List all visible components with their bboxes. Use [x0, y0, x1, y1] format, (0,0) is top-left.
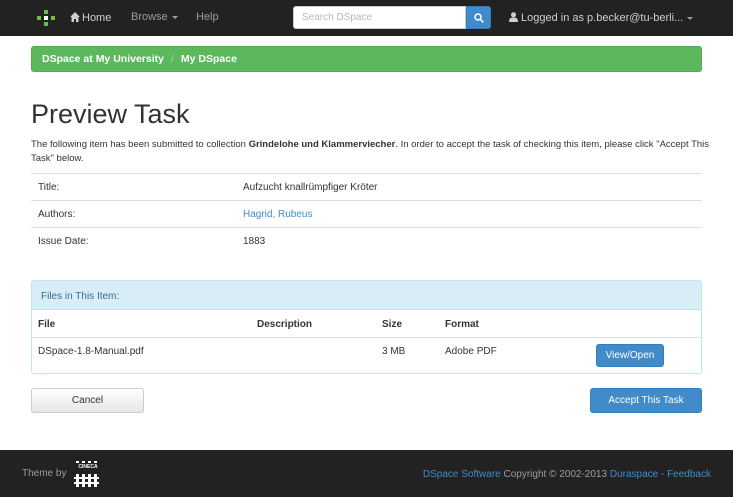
user-icon	[509, 12, 518, 22]
author-link[interactable]: Hagrid, Rubeus	[243, 209, 312, 220]
copyright-text: Copyright © 2002-2013	[500, 469, 610, 480]
breadcrumb-home-link[interactable]: DSpace at My University	[42, 53, 164, 65]
file-size: 3 MB	[382, 346, 406, 357]
theme-by-label: Theme by	[22, 468, 67, 479]
home-icon	[70, 12, 80, 22]
metadata-value: 1883	[243, 236, 266, 247]
accept-task-button[interactable]: Accept This Task	[590, 388, 702, 413]
column-header-format: Format	[445, 319, 479, 330]
cancel-button[interactable]: Cancel	[31, 388, 144, 413]
search-button[interactable]	[466, 6, 491, 29]
breadcrumb-mydspace-link[interactable]: My DSpace	[181, 53, 237, 65]
view-open-button[interactable]: View/Open	[596, 344, 664, 367]
column-header-description: Description	[257, 319, 313, 330]
duraspace-link[interactable]: Duraspace	[610, 469, 658, 480]
cineca-logo[interactable]: CINECA	[73, 461, 103, 487]
chevron-down-icon	[687, 16, 694, 20]
files-panel-heading: Files in This Item:	[32, 281, 701, 310]
page-footer: Theme by CINECA DSpace Software Copyrigh…	[0, 450, 733, 497]
top-navbar: Home Browse Help Logged in as p.becker@t…	[0, 0, 733, 36]
nav-home-label: Home	[82, 12, 112, 24]
dspace-software-link[interactable]: DSpace Software	[423, 469, 501, 480]
metadata-row-title: Title: Aufzucht knallrümpfiger Kröter	[31, 173, 702, 200]
page-title: Preview Task	[31, 99, 190, 129]
dspace-logo-icon[interactable]	[37, 10, 55, 26]
column-header-size: Size	[382, 319, 403, 330]
breadcrumb-separator: /	[170, 53, 174, 65]
nav-help-label: Help	[196, 11, 219, 23]
file-name-link[interactable]: DSpace-1.8-Manual.pdf	[38, 346, 144, 357]
table-divider	[32, 337, 701, 338]
user-menu-dropdown[interactable]: Logged in as p.becker@tu-berli...	[509, 11, 694, 24]
column-header-file: File	[38, 319, 56, 330]
metadata-label: Authors:	[38, 209, 76, 220]
nav-home-link[interactable]: Home	[70, 11, 111, 24]
item-metadata-table: Title: Aufzucht knallrümpfiger Kröter Au…	[31, 173, 702, 254]
nav-browse-label: Browse	[131, 11, 168, 23]
footer-credits: DSpace Software Copyright © 2002-2013 Du…	[423, 469, 711, 480]
intro-text: The following item has been submitted to…	[31, 138, 711, 166]
user-menu-label: Logged in as p.becker@tu-berli...	[521, 12, 684, 24]
breadcrumb: DSpace at My University / My DSpace	[31, 46, 702, 72]
metadata-row-issue-date: Issue Date: 1883	[31, 227, 702, 254]
files-panel: Files in This Item: File Description Siz…	[31, 280, 702, 374]
feedback-link[interactable]: Feedback	[667, 469, 711, 480]
metadata-label: Issue Date:	[38, 236, 89, 247]
search-input[interactable]	[293, 6, 466, 29]
chevron-down-icon	[171, 15, 178, 19]
footer-separator: -	[658, 469, 668, 480]
nav-browse-dropdown[interactable]: Browse	[131, 11, 178, 23]
metadata-row-authors: Authors: Hagrid, Rubeus	[31, 200, 702, 227]
nav-help-link[interactable]: Help	[196, 11, 219, 23]
collection-name: Grindelohe und Klammerviecher	[248, 139, 396, 150]
metadata-value: Aufzucht knallrümpfiger Kröter	[243, 182, 378, 193]
intro-before: The following item has been submitted to…	[31, 139, 249, 150]
file-format: Adobe PDF	[445, 346, 497, 357]
cineca-logo-text: CINECA	[78, 464, 98, 470]
metadata-label: Title:	[38, 182, 60, 193]
search-icon	[474, 13, 484, 23]
